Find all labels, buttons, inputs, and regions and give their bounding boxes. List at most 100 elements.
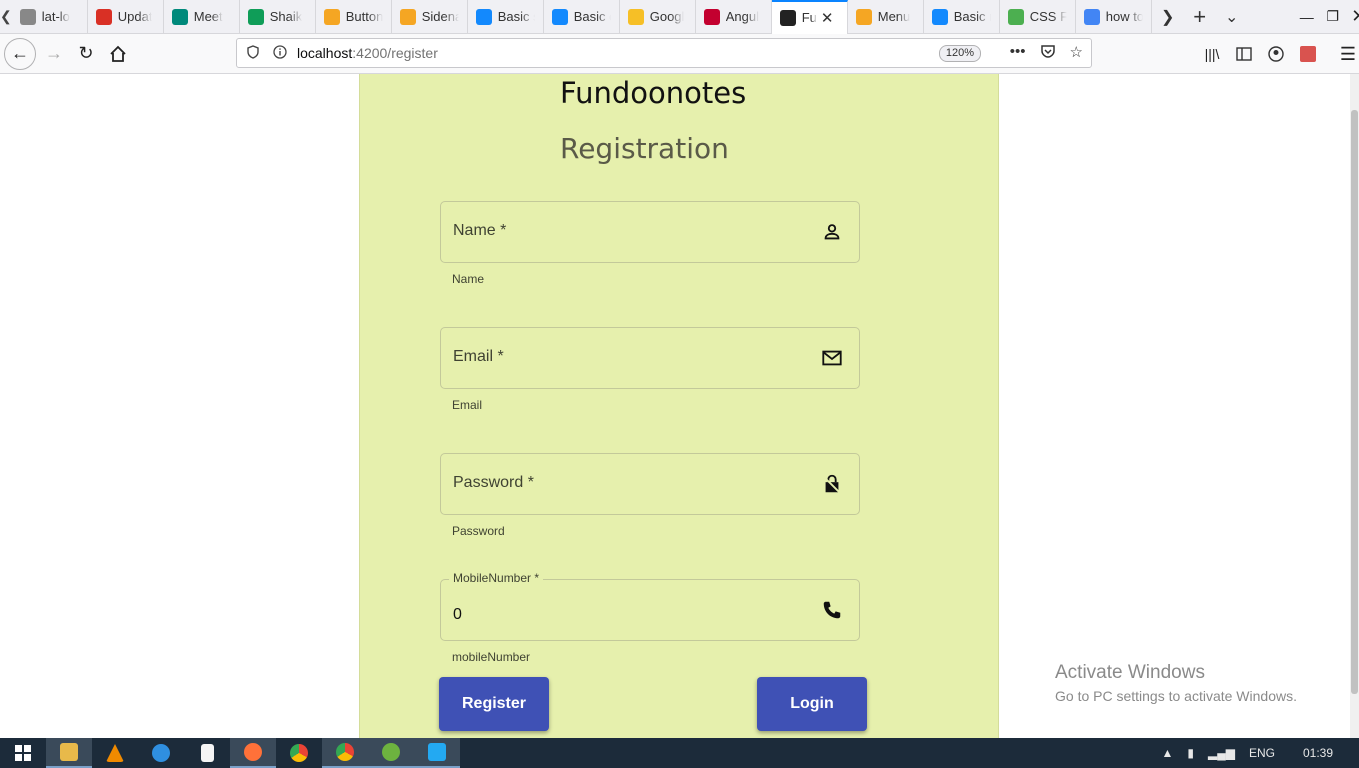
tab-title: how to <box>1105 9 1143 24</box>
keep-icon <box>627 8 644 25</box>
meet-icon <box>171 8 188 25</box>
bookmark-star-icon[interactable]: ☆ <box>1070 43 1083 63</box>
page-viewport: Fundoonotes Registration Name * Name Ema… <box>0 74 1350 738</box>
tab-strip: ❮ lat-lo Updat Meet Shaik Button Sidena Basic … <box>0 0 1359 34</box>
tab-title: Fu <box>801 10 817 25</box>
taskbar-chrome-2[interactable] <box>322 738 368 768</box>
generic-icon <box>19 8 36 25</box>
taskbar-vscode[interactable] <box>414 738 460 768</box>
name-placeholder: Name * <box>453 222 507 239</box>
watermark-line2: Go to PC settings to activate Windows. <box>1055 688 1297 704</box>
phone-icon <box>823 601 841 619</box>
taskbar-firefox[interactable] <box>230 738 276 768</box>
cors-extension-icon[interactable] <box>1292 38 1324 70</box>
tab-0[interactable]: lat-lo <box>12 0 88 34</box>
tab-scroll-right-button[interactable]: ❯ <box>1152 0 1184 34</box>
url-bar[interactable]: localhost:4200/register 120% ••• ☆ <box>236 38 1092 68</box>
start-button[interactable] <box>0 738 46 768</box>
url-actions: ••• ☆ <box>1010 43 1083 63</box>
shield-icon[interactable] <box>247 44 263 62</box>
stackblitz-icon <box>931 8 948 25</box>
windows-taskbar: ▲ ▮ ▂▄▆ ENG 01:39 <box>0 738 1359 768</box>
restore-button[interactable]: ❐ <box>1320 0 1346 34</box>
tab-list: lat-lo Updat Meet Shaik Button Sidena Basic s B… <box>12 0 1152 34</box>
tab-14[interactable]: how to <box>1076 0 1152 34</box>
page-actions-icon[interactable]: ••• <box>1010 43 1026 63</box>
tab-7[interactable]: Basic c <box>544 0 620 34</box>
system-tray: ▲ ▮ ▂▄▆ ENG 01:39 <box>1161 738 1359 768</box>
scrollbar-thumb[interactable] <box>1351 110 1358 694</box>
taskbar-notepad[interactable] <box>184 738 230 768</box>
new-tab-button[interactable]: + <box>1184 0 1216 34</box>
tab-6[interactable]: Basic s <box>468 0 544 34</box>
tab-12[interactable]: Basic r <box>924 0 1000 34</box>
taskbar-spring-tool[interactable] <box>368 738 414 768</box>
network-icon[interactable]: ▮ <box>1187 746 1194 760</box>
sidebar-icon[interactable] <box>1228 38 1260 70</box>
signal-icon[interactable]: ▂▄▆ <box>1208 746 1235 760</box>
tab-4[interactable]: Button <box>316 0 392 34</box>
url-path: :4200/register <box>352 45 438 61</box>
name-field[interactable]: Name * <box>440 201 860 263</box>
person-icon <box>824 224 840 240</box>
tab-title: Button <box>345 9 383 24</box>
tab-title: Angul <box>725 9 759 24</box>
page-scrollbar[interactable] <box>1350 74 1359 738</box>
tab-1[interactable]: Updat <box>88 0 164 34</box>
taskbar-internet-explorer[interactable] <box>138 738 184 768</box>
chrome-icon <box>290 744 308 762</box>
tab-8[interactable]: Googl <box>620 0 696 34</box>
mobile-number-field[interactable]: MobileNumber * 0 <box>440 571 860 641</box>
register-button[interactable]: Register <box>439 677 549 731</box>
tab-scroll-left-button[interactable]: ❮ <box>0 0 12 34</box>
tab-title: Menu <box>877 9 911 24</box>
tray-expand-icon[interactable]: ▲ <box>1161 746 1173 760</box>
close-tab-icon[interactable]: ✕ <box>821 9 834 27</box>
forward-button[interactable]: → <box>38 38 70 70</box>
library-icon[interactable]: |||\ <box>1196 38 1228 70</box>
windows-logo-icon <box>15 745 31 761</box>
back-button[interactable]: ← <box>4 37 36 70</box>
tab-5[interactable]: Sidena <box>392 0 468 34</box>
mail-icon <box>822 350 842 366</box>
email-placeholder: Email * <box>453 348 504 365</box>
language-indicator[interactable]: ENG <box>1249 746 1275 760</box>
tab-title: Basic r <box>953 9 991 24</box>
password-placeholder: Password * <box>453 474 534 491</box>
password-hint: Password <box>452 524 505 538</box>
tab-title: Shaik <box>269 9 303 24</box>
activate-windows-watermark: Activate Windows Go to PC settings to ac… <box>1055 662 1297 704</box>
tab-9[interactable]: Angul <box>696 0 772 34</box>
tab-3[interactable]: Shaik <box>240 0 316 34</box>
tab-title: Sidena <box>421 9 459 24</box>
w3-icon <box>1007 8 1024 25</box>
menu-icon[interactable]: ☰ <box>1332 38 1359 70</box>
tab-2[interactable]: Meet <box>164 0 240 34</box>
taskbar-chrome[interactable] <box>276 738 322 768</box>
taskbar-vlc[interactable] <box>92 738 138 768</box>
mobile-number-value: 0 <box>453 606 462 623</box>
close-window-button[interactable]: ✕ <box>1346 0 1359 34</box>
sheets-icon <box>247 8 264 25</box>
watermark-line1: Activate Windows <box>1055 662 1205 683</box>
list-all-tabs-button[interactable]: ⌄ <box>1216 0 1248 34</box>
login-button[interactable]: Login <box>757 677 867 731</box>
home-button[interactable] <box>102 38 134 70</box>
minimize-button[interactable]: — <box>1294 0 1320 34</box>
account-icon[interactable] <box>1260 38 1292 70</box>
stackblitz-icon <box>551 8 568 25</box>
password-field[interactable]: Password * <box>440 453 860 515</box>
zoom-level-badge[interactable]: 120% <box>938 45 981 62</box>
tab-11[interactable]: Menu <box>848 0 924 34</box>
clock[interactable]: 01:39 <box>1303 746 1333 760</box>
tab-10[interactable]: Fu ✕ <box>771 0 848 34</box>
tab-13[interactable]: CSS Fl <box>1000 0 1076 34</box>
mobile-number-label: MobileNumber * <box>449 571 544 585</box>
pocket-icon[interactable] <box>1040 43 1056 63</box>
info-icon[interactable] <box>273 44 289 62</box>
angular-icon <box>703 8 720 25</box>
taskbar-file-explorer[interactable] <box>46 738 92 768</box>
file-icon <box>200 744 214 762</box>
email-field[interactable]: Email * <box>440 327 860 389</box>
reload-button[interactable]: ↻ <box>70 38 102 70</box>
